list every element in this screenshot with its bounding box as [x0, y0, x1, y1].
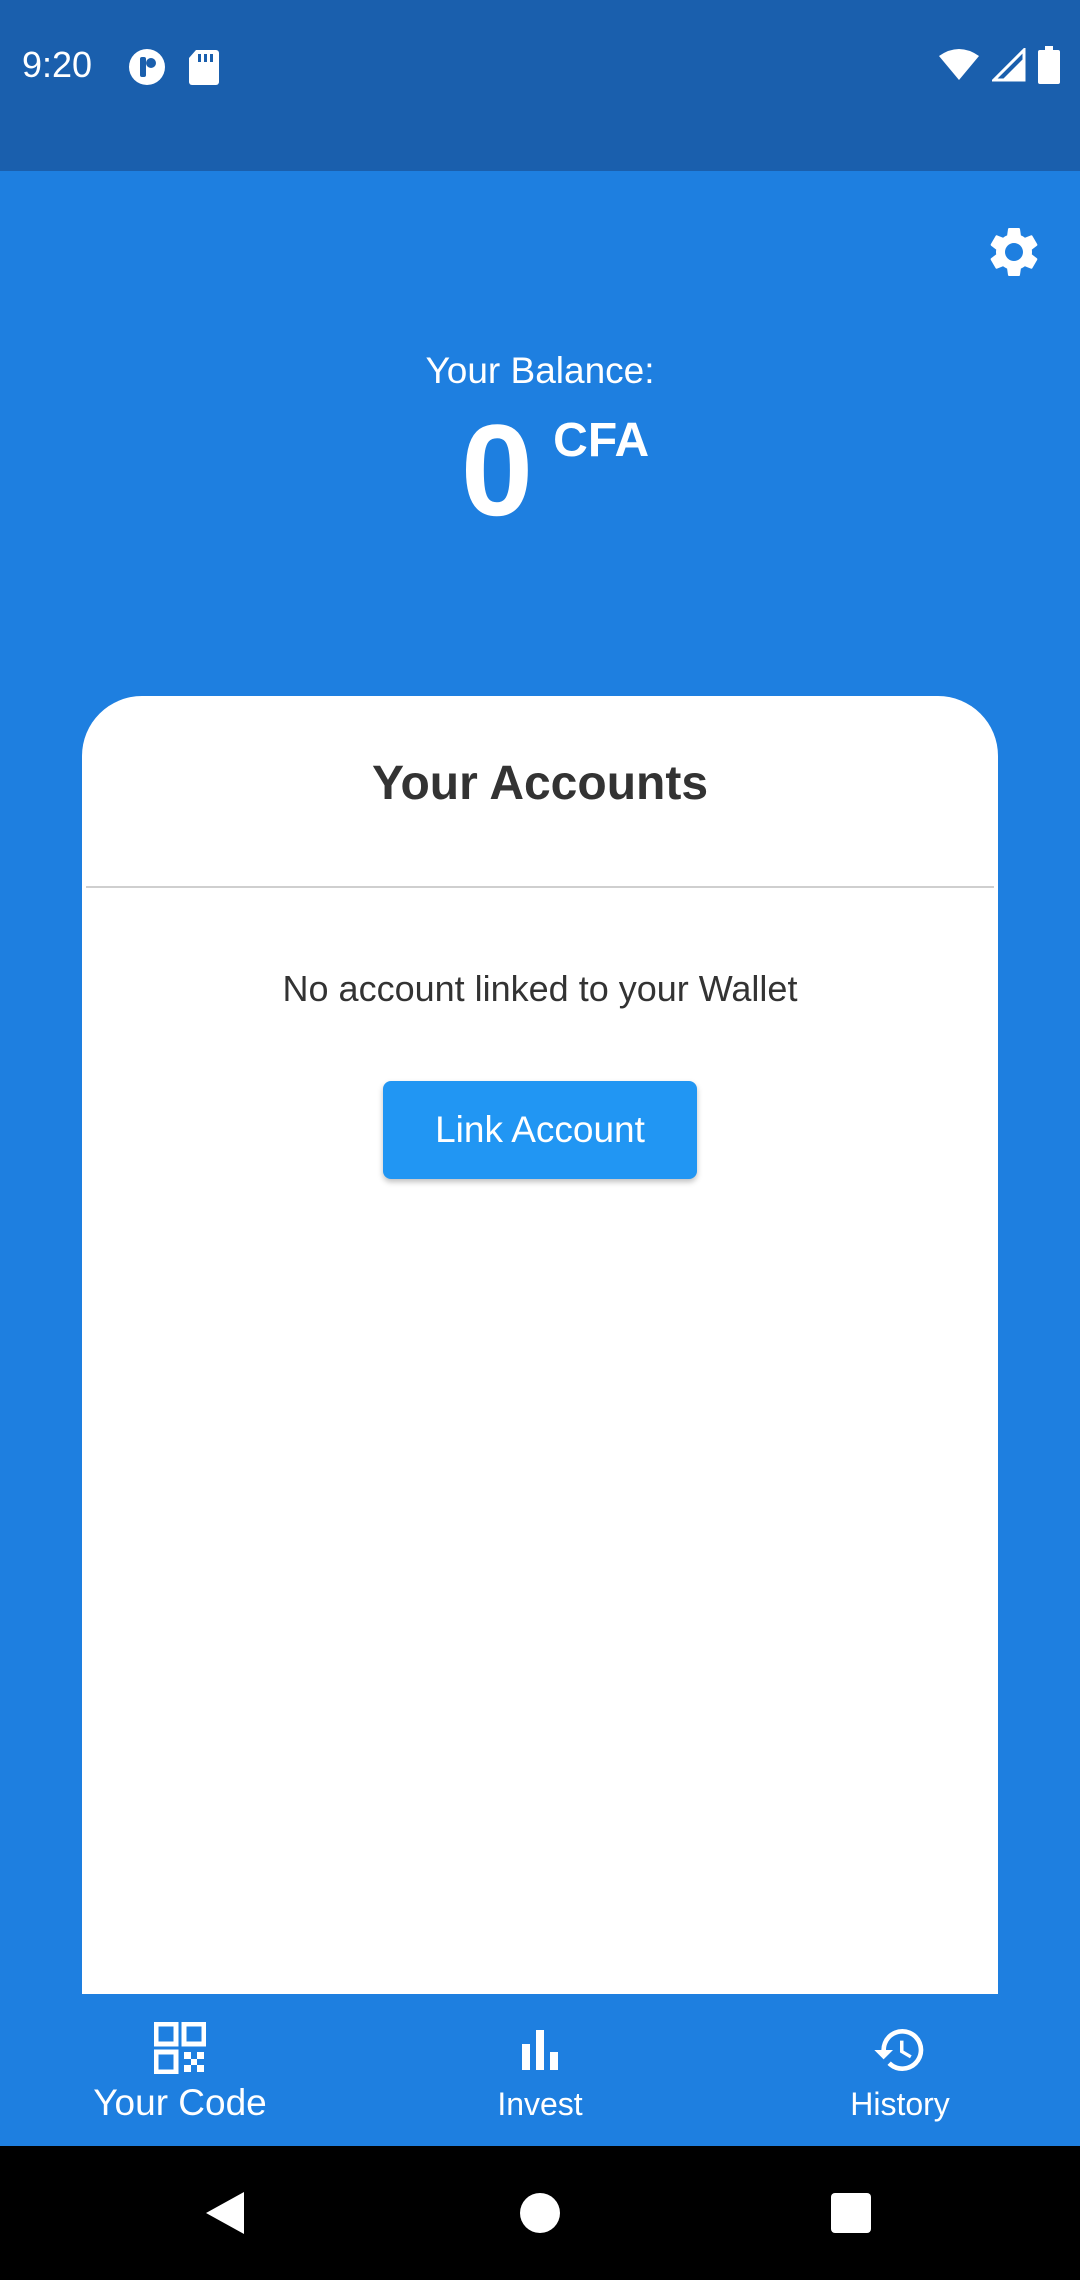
accounts-card-title: Your Accounts — [371, 757, 709, 810]
balance-amount: 0 — [460, 397, 534, 543]
link-account-button[interactable]: Link Account — [383, 1081, 697, 1179]
status-bar: 9:20 — [0, 0, 1080, 171]
nav-item-your-code[interactable]: Your Code — [0, 1994, 360, 2146]
gear-icon — [990, 228, 1038, 276]
nav-item-history[interactable]: History — [720, 1994, 1080, 2146]
back-button[interactable] — [200, 2188, 250, 2238]
bottom-nav: Your Code Invest History — [0, 1994, 1080, 2146]
nav-item-invest[interactable]: Invest — [360, 1994, 720, 2146]
balance-currency: CFA — [553, 414, 650, 467]
recents-button[interactable] — [826, 2188, 876, 2238]
sd-card-icon — [188, 48, 220, 91]
wifi-icon — [938, 48, 980, 87]
nav-label-invest: Invest — [497, 2086, 583, 2122]
recents-icon — [831, 2193, 871, 2233]
notification-app-icon — [128, 48, 166, 91]
empty-accounts-message: No account linked to your Wallet — [282, 968, 798, 1009]
system-nav-bar — [0, 2146, 1080, 2280]
balance-display: 0 CFA — [0, 395, 1080, 545]
settings-button[interactable] — [984, 222, 1044, 282]
status-time: 9:20 — [22, 44, 93, 85]
nav-label-history: History — [850, 2086, 950, 2122]
status-right-icons — [938, 46, 1060, 89]
status-left-icons — [128, 48, 220, 91]
home-icon — [520, 2193, 560, 2233]
bar-chart-icon — [360, 2022, 720, 2078]
cell-signal-icon — [990, 46, 1026, 87]
home-button[interactable] — [515, 2188, 565, 2238]
battery-icon — [1038, 46, 1060, 89]
balance-label: Your Balance: — [425, 350, 655, 391]
back-icon — [206, 2192, 244, 2234]
divider — [86, 886, 994, 888]
accounts-card: Your Accounts No account linked to your … — [82, 696, 998, 1994]
history-icon — [720, 2022, 1080, 2078]
nav-label-your-code: Your Code — [93, 2082, 267, 2123]
qr-code-icon — [0, 2022, 360, 2078]
